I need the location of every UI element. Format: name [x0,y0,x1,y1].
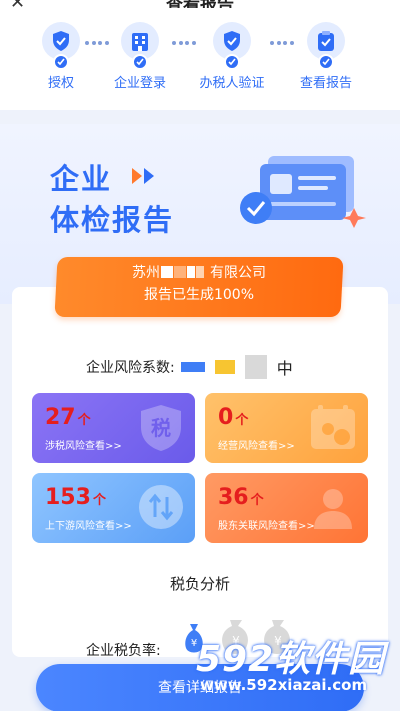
company-name-prefix: 苏州 [132,265,160,281]
risk-bar-low [180,362,205,372]
shareholder-icon [314,489,352,529]
risk-bar-high [244,355,267,379]
report-card [12,287,388,657]
tax-risk-link[interactable]: 涉税风险查看>> [45,437,122,452]
check-icon [224,54,240,70]
watermark-brand: 592软件园 [196,639,386,680]
tax-risk-tile[interactable]: 27 个 涉税风险查看>> 税 [32,393,195,463]
calendar-person-icon [311,405,355,449]
hero-title-line2: 体检报告 [50,203,175,237]
count-unit: 个 [77,413,91,428]
shareholder-risk-link[interactable]: 股东关联风险查看>> [218,517,315,532]
watermark-url: www.592xiazai.com [200,676,368,694]
redaction-mask [196,266,204,278]
upstream-downstream-risk-tile[interactable]: 153 个 上下游风险查看>> [32,473,195,543]
count-unit: 个 [235,413,249,428]
tax-rate-label: 企业税负率: [86,643,161,659]
shareholder-risk-tile[interactable]: 36 个 股东关联风险查看>> [205,473,368,543]
step-authorize: 授权 [21,22,101,91]
count-unit: 个 [92,493,106,508]
risk-level: 中 [276,359,293,378]
step-label: 办税人验证 [199,76,265,91]
check-icon [53,54,69,70]
step-label: 查看报告 [299,76,352,91]
redaction-mask [161,266,173,278]
company-banner-text: 苏州 有限公司 报告已生成100% [56,262,342,306]
watermark: 592软件园 www.592xiazai.com [196,630,396,710]
check-icon [132,54,148,70]
redaction-mask [187,266,195,278]
step-view-report: 查看报告 [286,22,366,91]
tax-risk-count: 27 [45,405,76,430]
svg-text:税: 税 [151,416,171,440]
up-down-arrows-icon [139,485,183,529]
shareholder-risk-count: 36 [218,485,249,510]
upstream-risk-count: 153 [45,485,91,510]
risk-coefficient: 企业风险系数: 中 [86,355,293,379]
tax-shield-icon: 税 [141,405,181,451]
step-label: 企业登录 [113,76,166,91]
redaction-mask [174,266,186,278]
risk-bar-medium [214,360,235,374]
report-illustration-icon [240,156,366,228]
step-label: 授权 [47,76,74,91]
upstream-risk-link[interactable]: 上下游风险查看>> [45,517,132,532]
business-risk-tile[interactable]: 0个 经营风险查看>> [205,393,368,463]
tax-analysis-title: 税负分析 [169,575,230,593]
report-status: 报告已生成100% [143,287,255,303]
business-risk-link[interactable]: 经营风险查看>> [218,437,295,452]
step-company-login: 企业登录 [100,22,180,91]
business-risk-count: 0 [218,405,234,430]
check-icon [318,54,334,70]
risk-label: 企业风险系数: [86,360,175,376]
hero-title-line1: 企业 [50,162,113,196]
step-taxpayer-verify: 办税人验证 [192,22,272,91]
progress-steps: 授权 企业登录 办税人验证 查看报告 [0,8,400,110]
count-unit: 个 [250,493,264,508]
double-arrow-icon [132,168,154,184]
company-name-suffix: 有限公司 [210,265,266,281]
